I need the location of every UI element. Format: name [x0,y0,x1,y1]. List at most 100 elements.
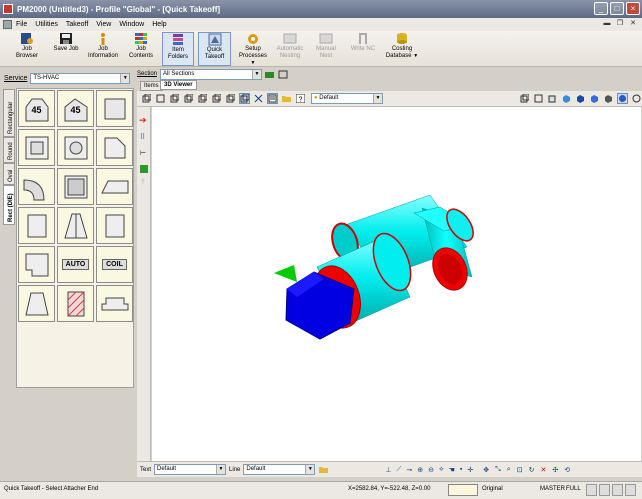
line-style-dropdown[interactable]: Default ▼ [243,464,316,475]
fitting-coil[interactable]: COIL [96,246,133,283]
properties-icon[interactable] [267,93,278,104]
fitting-auto[interactable]: AUTO [57,246,94,283]
menu-help[interactable]: Help [152,21,166,28]
expand-icon[interactable]: ✣ [552,466,558,474]
green-square-icon[interactable] [140,165,148,173]
tab-rect-die[interactable]: Rect (DIE) [3,185,15,225]
arrow-right-icon[interactable]: ➔ [139,115,147,126]
status-icon-1[interactable] [586,484,597,496]
job-contents-button[interactable]: Job Contents [124,32,158,66]
tab-round[interactable]: Round [3,137,15,163]
fitting-plate[interactable] [96,207,133,244]
mdi-minimize-icon[interactable]: ▬ [602,19,612,29]
zoom-window-icon[interactable]: ⊡ [517,466,523,474]
document-icon[interactable] [3,20,12,29]
render-texture-icon[interactable] [603,93,614,104]
setup-processes-button[interactable]: Setup Processes ▼ [236,32,270,66]
view-iso-icon[interactable] [197,93,208,104]
menu-view[interactable]: View [96,21,111,28]
move-icon[interactable]: ✥ [483,466,489,474]
text-style-dropdown[interactable]: Default ▼ [154,464,227,475]
render-shaded-icon[interactable] [561,93,572,104]
help-icon[interactable]: ? [295,93,306,104]
render-settings-icon[interactable] [631,93,642,104]
open-folder-icon[interactable] [319,465,329,474]
view-bottom-icon[interactable] [225,93,236,104]
mdi-close-icon[interactable]: ✕ [628,19,638,29]
tree-icon[interactable]: ⊢ [140,149,146,157]
save-job-button[interactable]: Save Job [50,32,82,66]
fitting-square-to-square[interactable] [18,129,55,166]
pan-icon[interactable]: ⤡ [495,466,501,474]
job-information-button[interactable]: Job Information [86,32,120,66]
write-nc-button[interactable]: Write NC [348,32,378,66]
fitting-elbow-45[interactable]: 45 [18,90,55,127]
crosshair-icon[interactable]: ✛ [467,466,473,474]
view-back-icon[interactable] [211,93,222,104]
circle-tool-icon[interactable]: ⊖ [428,466,434,474]
tab-rectangular[interactable]: Rectangular [3,89,15,137]
render-outline-icon[interactable] [547,93,558,104]
automatic-nesting-button[interactable]: Automatic Nesting [274,32,306,66]
fitting-notched-plate[interactable] [18,246,55,283]
tab-3d-viewer[interactable]: 3D Viewer [160,80,197,90]
costing-database-button[interactable]: Costing Database ▼ [384,32,420,66]
fitting-offset[interactable] [96,129,133,166]
mdi-restore-icon[interactable]: ❐ [615,19,625,29]
fitting-square-to-round[interactable] [57,129,94,166]
close-button[interactable]: × [626,2,640,15]
dimension-icon[interactable]: ⊥ [385,466,391,474]
job-browser-button[interactable]: Job Browser [10,32,44,66]
dots-icon[interactable]: ⠿ [140,133,145,141]
pointer-icon[interactable]: ☚ [449,466,455,474]
view-front-icon[interactable] [155,93,166,104]
status-icon-2[interactable] [599,484,610,496]
render-smooth-icon[interactable] [589,93,600,104]
manual-nest-button[interactable]: Manual Nest [312,32,340,66]
service-dropdown[interactable]: TS-HVAC ▼ [30,73,131,84]
render-wireframe-icon[interactable] [519,93,530,104]
tag-icon[interactable]: ▪ [460,466,462,474]
zoom-icon[interactable]: ⌕ [507,466,511,474]
render-hidden-icon[interactable] [533,93,544,104]
fitting-radius-elbow[interactable] [18,168,55,205]
item-folders-button[interactable]: Item Folders [162,32,194,66]
pin-icon[interactable]: † [141,179,145,186]
align-icon[interactable]: ⊕ [417,466,423,474]
rotate-icon[interactable]: ↻ [529,466,535,474]
fitting-tapered[interactable] [18,285,55,322]
fitting-shoe[interactable] [96,168,133,205]
fitting-end-cap[interactable] [57,168,94,205]
view-cube-icon[interactable] [141,93,152,104]
section-dropdown[interactable]: All Sections ▼ [160,68,263,80]
zoom-extents-icon[interactable] [253,93,264,104]
minimize-button[interactable]: _ [594,2,608,15]
render-lit-icon[interactable] [617,93,628,104]
fitting-straight[interactable] [96,90,133,127]
menu-file[interactable]: File [16,21,27,28]
menu-takeoff[interactable]: Takeoff [66,21,88,28]
add-section-icon[interactable] [265,70,275,79]
menu-window[interactable]: Window [119,21,144,28]
quick-takeoff-button[interactable]: Quick Takeoff [198,32,231,66]
menu-utilities[interactable]: Utilities [35,21,58,28]
view-side-icon[interactable] [183,93,194,104]
status-icon-4[interactable] [625,484,636,496]
render-flat-icon[interactable] [575,93,586,104]
section-options-icon[interactable] [278,70,288,79]
fitting-panel[interactable] [18,207,55,244]
fitting-hatched-panel[interactable] [57,285,94,322]
open-folder-icon[interactable] [281,93,292,104]
line-tool-icon[interactable]: ⟋ [396,466,401,474]
refresh-icon[interactable]: ⟲ [564,466,570,474]
fitting-transition[interactable] [57,207,94,244]
maximize-button[interactable]: □ [610,2,624,15]
3d-viewer-canvas[interactable] [152,107,641,461]
fitting-offset-45[interactable]: 45 [57,90,94,127]
view-top-icon[interactable] [169,93,180,104]
status-icon-3[interactable] [612,484,623,496]
node-icon[interactable]: ⊸ [406,466,412,474]
tab-oval[interactable]: Oval [3,163,15,185]
fitting-flange[interactable] [96,285,133,322]
delete-icon[interactable]: ✕ [540,466,546,474]
